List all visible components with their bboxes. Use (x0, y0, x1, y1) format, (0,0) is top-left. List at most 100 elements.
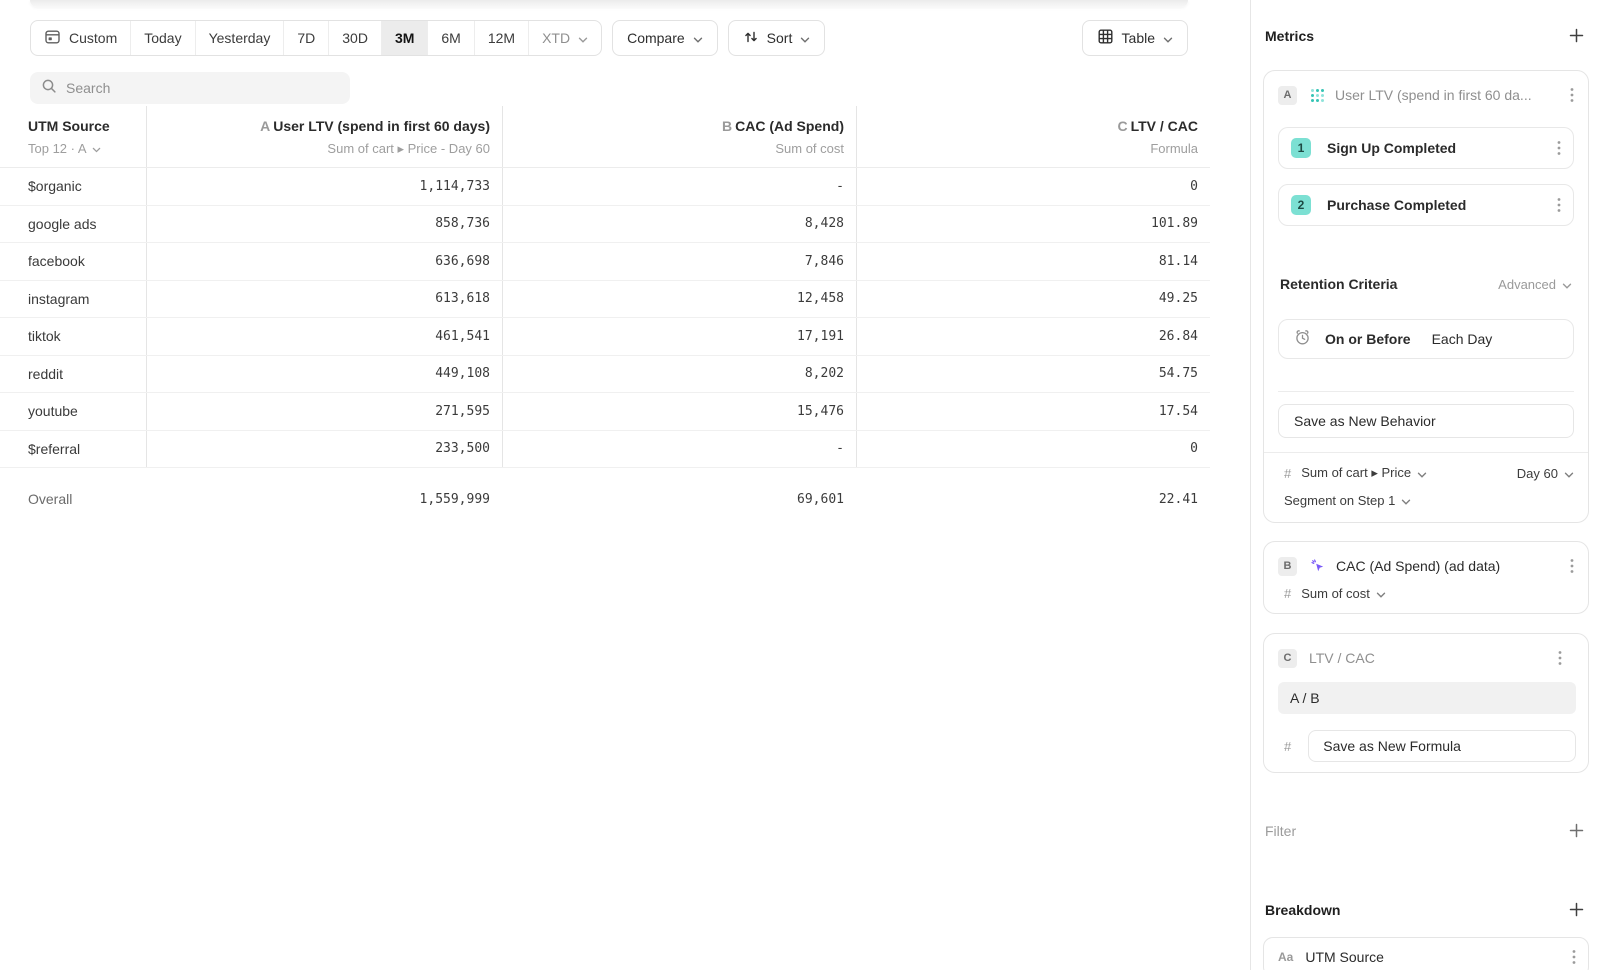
segment-on-step-dropdown[interactable]: Segment on Step 1 (1284, 493, 1411, 508)
cell-ltv-cac: 17.54 (856, 393, 1210, 430)
row-label: $organic (0, 168, 146, 205)
chevron-down-icon (1417, 466, 1427, 481)
table-row[interactable]: $referral 233,500 - 0 (0, 431, 1210, 469)
search-input[interactable] (66, 80, 339, 96)
date-range-30d[interactable]: 30D (328, 21, 381, 55)
compare-button[interactable]: Compare (612, 20, 718, 56)
column-subtitle: Formula (857, 141, 1198, 156)
column-letter: B (722, 118, 732, 134)
formula-input[interactable]: A / B (1278, 682, 1576, 714)
aggregation-dropdown[interactable]: Sum of cart ▸ Price (1301, 465, 1427, 481)
kebab-menu-icon[interactable] (1568, 947, 1580, 967)
add-breakdown-button[interactable] (1567, 900, 1586, 919)
chevron-down-icon (1376, 586, 1386, 601)
row-label: google ads (0, 206, 146, 243)
step-number-badge: 2 (1291, 195, 1311, 215)
aggregation-label: Sum of cart ▸ Price (1301, 465, 1411, 481)
breakdown-item-utm-source[interactable]: Aa UTM Source (1263, 937, 1589, 970)
metric-a-title: User LTV (spend in first 60 da... (1335, 87, 1532, 103)
table-row[interactable]: reddit 449,108 8,202 54.75 (0, 356, 1210, 394)
date-range-12m[interactable]: 12M (474, 21, 528, 55)
kebab-menu-icon[interactable] (1553, 195, 1565, 215)
retention-window-control[interactable]: On or Before Each Day (1278, 319, 1574, 359)
column-header-ltv-cac[interactable]: CLTV / CAC Formula (856, 106, 1210, 167)
cell-user-ltv: 271,595 (146, 393, 502, 430)
date-range-label: 6M (441, 30, 460, 46)
filter-header: Filter (1263, 821, 1589, 840)
overall-ltv-cac: 22.41 (856, 478, 1210, 520)
plus-icon (1569, 902, 1584, 917)
config-sidebar: Metrics A User LTV (spend in first 60 da… (1250, 0, 1600, 970)
day-range-dropdown[interactable]: Day 60 (1517, 466, 1574, 481)
cell-user-ltv: 233,500 (146, 431, 502, 468)
table-row[interactable]: $organic 1,114,733 - 0 (0, 168, 1210, 206)
add-filter-button[interactable] (1567, 821, 1586, 840)
date-range-label: Yesterday (209, 30, 271, 46)
sum-of-cost-dropdown[interactable]: Sum of cost (1301, 586, 1386, 601)
table-row[interactable]: google ads 858,736 8,428 101.89 (0, 206, 1210, 244)
row-label: facebook (0, 243, 146, 280)
funnel-step-1[interactable]: 1 Sign Up Completed (1278, 127, 1574, 169)
kebab-menu-icon[interactable] (1566, 556, 1578, 576)
row-label: instagram (0, 281, 146, 318)
top-toolbar-remnant (30, 0, 1188, 7)
funnel-step-2[interactable]: 2 Purchase Completed (1278, 184, 1574, 226)
cell-user-ltv: 449,108 (146, 356, 502, 393)
save-as-new-formula-button[interactable]: Save as New Formula (1308, 730, 1576, 762)
kebab-menu-icon[interactable] (1553, 138, 1565, 158)
metric-a-aggregation-footer: # Sum of cart ▸ Price Day 60 Segment on … (1264, 452, 1588, 522)
column-letter: A (260, 118, 270, 134)
row-dimension-header[interactable]: UTM Source Top 12 · A (0, 106, 146, 167)
date-range-6m[interactable]: 6M (427, 21, 473, 55)
table-grid-icon (1097, 28, 1114, 48)
date-range-custom[interactable]: Custom (31, 21, 130, 55)
alarm-clock-icon (1293, 328, 1312, 350)
table-row[interactable]: instagram 613,618 12,458 49.25 (0, 281, 1210, 319)
breakdown-item-label: UTM Source (1305, 949, 1384, 965)
report-controls: Custom Today Yesterday 7D 30D 3M 6M 12M … (30, 20, 1188, 56)
metric-c-title: LTV / CAC (1309, 650, 1375, 666)
cell-cac: 12,458 (502, 281, 856, 318)
retention-criteria-label: Retention Criteria (1280, 276, 1397, 292)
cell-ltv-cac: 101.89 (856, 206, 1210, 243)
add-metric-button[interactable] (1567, 26, 1586, 45)
date-range-label: Custom (69, 30, 117, 46)
aggregation-label: Sum of cost (1301, 586, 1370, 601)
cell-cac: 15,476 (502, 393, 856, 430)
cell-cac: 8,202 (502, 356, 856, 393)
plus-icon (1569, 28, 1584, 43)
metric-a-header[interactable]: A User LTV (spend in first 60 da... (1264, 71, 1588, 105)
kebab-menu-icon[interactable] (1554, 648, 1566, 668)
date-range-yesterday[interactable]: Yesterday (195, 21, 284, 55)
advanced-dropdown[interactable]: Advanced (1498, 277, 1572, 292)
behavior-dots-icon (1310, 88, 1325, 103)
row-dimension-subtitle[interactable]: Top 12 · A (28, 141, 146, 156)
sort-button[interactable]: Sort (728, 20, 826, 56)
retention-criteria-row: Retention Criteria Advanced (1280, 276, 1572, 292)
search-box[interactable] (30, 72, 350, 104)
table-row[interactable]: facebook 636,698 7,846 81.14 (0, 243, 1210, 281)
cell-user-ltv: 613,618 (146, 281, 502, 318)
column-header-cac[interactable]: BCAC (Ad Spend) Sum of cost (502, 106, 856, 167)
column-header-user-ltv[interactable]: AUser LTV (spend in first 60 days) Sum o… (146, 106, 502, 167)
metric-b-header[interactable]: B CAC (Ad Spend) (ad data) (1264, 542, 1588, 576)
column-title: User LTV (spend in first 60 days) (273, 118, 490, 134)
row-label: $referral (0, 431, 146, 468)
save-behavior-label: Save as New Behavior (1294, 413, 1436, 429)
row-dimension-title: UTM Source (28, 118, 146, 134)
save-as-new-behavior-button[interactable]: Save as New Behavior (1278, 404, 1574, 438)
metric-c-header[interactable]: C LTV / CAC (1278, 634, 1576, 668)
date-range-3m-selected[interactable]: 3M (381, 21, 427, 55)
table-row[interactable]: youtube 271,595 15,476 17.54 (0, 393, 1210, 431)
table-row[interactable]: tiktok 461,541 17,191 26.84 (0, 318, 1210, 356)
cell-cac: - (502, 431, 856, 468)
view-selector-table-button[interactable]: Table (1082, 20, 1188, 56)
date-range-today[interactable]: Today (130, 21, 194, 55)
date-range-xtd[interactable]: XTD (528, 21, 601, 55)
date-range-7d[interactable]: 7D (283, 21, 328, 55)
column-subtitle: Sum of cost (503, 141, 844, 156)
kebab-menu-icon[interactable] (1566, 85, 1578, 105)
date-range-label: 12M (488, 30, 515, 46)
overall-label: Overall (0, 478, 146, 520)
numeric-hash-icon: # (1284, 466, 1291, 481)
